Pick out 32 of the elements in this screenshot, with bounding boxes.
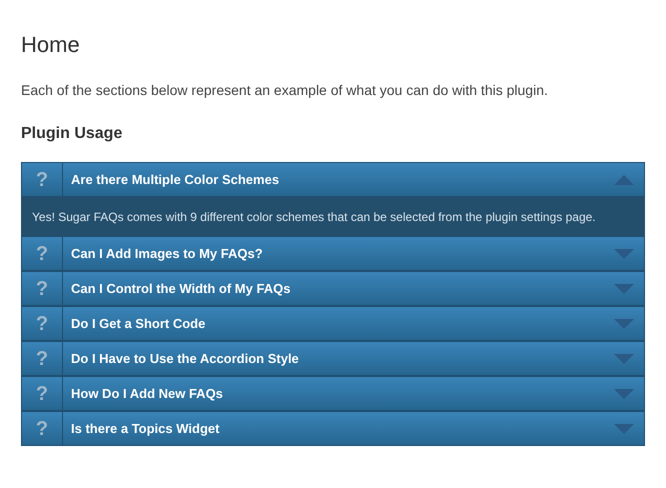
- faq-header[interactable]: ? Do I Have to Use the Accordion Style: [21, 341, 645, 376]
- faq-question: Do I Have to Use the Accordion Style: [70, 350, 300, 368]
- section-heading: Plugin Usage: [21, 124, 122, 144]
- faq-answer: Yes! Sugar FAQs comes with 9 different color schemes that can be selected from the plugin settings page.: [32, 208, 596, 226]
- faq-question: Can I Add Images to My FAQs?: [70, 244, 264, 263]
- expand-arrow-icon: [614, 424, 634, 434]
- question-mark: ?: [22, 342, 63, 375]
- page-title: Home: [21, 31, 80, 59]
- faq-header[interactable]: ? Can I Add Images to My FAQs?: [21, 236, 645, 271]
- question-mark: ?: [22, 237, 63, 270]
- question-mark: ?: [22, 412, 63, 445]
- faq-question: Is there a Topics Widget: [70, 420, 220, 438]
- question-mark: ?: [22, 272, 63, 305]
- expand-arrow-icon: [614, 248, 634, 258]
- faq-header[interactable]: ? How Do I Add New FAQs: [21, 376, 645, 411]
- collapse-arrow-icon: [614, 174, 634, 184]
- question-mark: ?: [22, 307, 63, 340]
- question-mark: ?: [22, 377, 63, 410]
- faq-question: Do I Get a Short Code: [70, 314, 206, 333]
- faq-question: Can I Control the Width of My FAQs: [70, 280, 292, 298]
- expand-arrow-icon: [614, 388, 634, 398]
- faq-header[interactable]: ? Is there a Topics Widget: [21, 411, 645, 446]
- expand-arrow-icon: [614, 318, 634, 328]
- faq-header[interactable]: ? Are there Multiple Color Schemes: [21, 162, 645, 197]
- faq-question: Are there Multiple Color Schemes: [70, 170, 280, 189]
- intro-text: Each of the sections below represent an example of what you can do with this plugin.: [21, 81, 548, 100]
- faq-header[interactable]: ? Do I Get a Short Code: [21, 306, 645, 341]
- faq-header[interactable]: ? Can I Control the Width of My FAQs: [21, 271, 645, 306]
- question-mark: ?: [22, 163, 63, 196]
- expand-arrow-icon: [614, 284, 634, 294]
- faq-question: How Do I Add New FAQs: [70, 384, 224, 403]
- expand-arrow-icon: [614, 354, 634, 364]
